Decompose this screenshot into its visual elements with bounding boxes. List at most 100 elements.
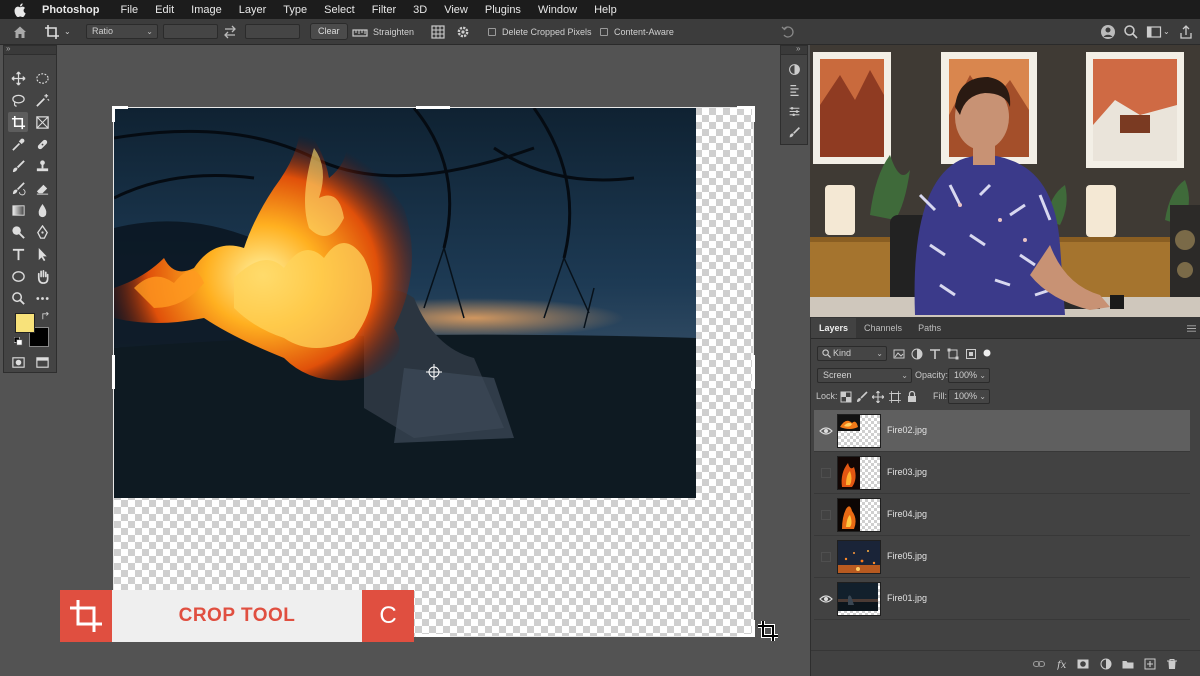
filter-toggle-icon[interactable]: [983, 349, 991, 357]
collapse-icon[interactable]: »: [6, 44, 10, 53]
magic-wand-icon[interactable]: [32, 90, 52, 110]
visibility-eye-icon[interactable]: [819, 593, 833, 605]
healing-brush-icon[interactable]: [32, 134, 52, 154]
pixel-filter-icon[interactable]: [893, 348, 905, 360]
layer-row-fire05[interactable]: Fire05.jpg: [814, 536, 1190, 578]
menu-layer[interactable]: Layer: [239, 4, 267, 16]
layer-name[interactable]: Fire05.jpg: [887, 551, 927, 561]
menu-view[interactable]: View: [444, 4, 468, 16]
marquee-tool-icon[interactable]: [32, 68, 52, 88]
tab-paths[interactable]: Paths: [910, 318, 949, 338]
visibility-eye-icon[interactable]: [819, 425, 833, 437]
lock-pixels-icon[interactable]: [856, 391, 868, 403]
delete-cropped-checkbox[interactable]: [488, 28, 496, 36]
crop-handle-top[interactable]: [416, 106, 450, 109]
collapse-icon[interactable]: »: [796, 44, 800, 53]
chevron-down-icon[interactable]: ⌄: [64, 19, 71, 45]
properties-icon[interactable]: [788, 84, 801, 97]
ratio-select[interactable]: Ratio ⌄: [86, 24, 158, 39]
link-layers-icon[interactable]: [1033, 658, 1045, 670]
ellipse-tool-icon[interactable]: [8, 266, 28, 286]
visibility-toggle[interactable]: [821, 510, 831, 520]
kind-filter-select[interactable]: Kind ⌄: [817, 346, 887, 361]
menu-image[interactable]: Image: [191, 4, 222, 16]
lock-transparent-icon[interactable]: [840, 391, 852, 403]
brush-tool-icon[interactable]: [8, 156, 28, 176]
menu-plugins[interactable]: Plugins: [485, 4, 521, 16]
eyedropper-icon[interactable]: [8, 134, 28, 154]
width-field[interactable]: [163, 24, 218, 39]
zoom-tool-icon[interactable]: [8, 288, 28, 308]
menu-filter[interactable]: Filter: [372, 4, 396, 16]
fill-field[interactable]: 100% ⌄: [948, 389, 990, 404]
straighten-icon[interactable]: [352, 24, 368, 40]
more-tools-icon[interactable]: [32, 288, 52, 308]
swap-colors-icon[interactable]: [41, 312, 50, 321]
menu-file[interactable]: File: [120, 4, 138, 16]
menu-edit[interactable]: Edit: [155, 4, 174, 16]
frame-tool-icon[interactable]: [32, 112, 52, 132]
default-colors-icon[interactable]: [14, 337, 23, 346]
tab-layers[interactable]: Layers: [811, 318, 857, 338]
menu-window[interactable]: Window: [538, 4, 577, 16]
crop-handle-left[interactable]: [112, 355, 115, 389]
share-icon[interactable]: [1178, 24, 1194, 40]
dodge-tool-icon[interactable]: [8, 222, 28, 242]
new-adjustment-layer-icon[interactable]: [1100, 658, 1112, 670]
panel-menu-icon[interactable]: [1187, 324, 1196, 333]
adjustments-icon[interactable]: [788, 63, 801, 76]
lock-all-icon[interactable]: [906, 391, 918, 403]
search-icon[interactable]: [1123, 24, 1139, 40]
blur-tool-icon[interactable]: [32, 200, 52, 220]
lock-artboard-icon[interactable]: [889, 391, 901, 403]
gradient-tool-icon[interactable]: [8, 200, 28, 220]
smart-object-filter-icon[interactable]: [965, 348, 977, 360]
height-field[interactable]: [245, 24, 300, 39]
menu-type[interactable]: Type: [283, 4, 307, 16]
clone-stamp-icon[interactable]: [32, 156, 52, 176]
fx-icon[interactable]: fx: [1057, 658, 1069, 670]
layer-row-fire01[interactable]: Fire01.jpg: [814, 578, 1190, 620]
crop-handle-bottom-right-v[interactable]: [752, 620, 755, 637]
trash-icon[interactable]: [1166, 658, 1178, 670]
crop-handle-top-right-v[interactable]: [752, 106, 755, 122]
pen-tool-icon[interactable]: [32, 222, 52, 242]
type-tool-icon[interactable]: [8, 244, 28, 264]
brush-settings-icon[interactable]: [788, 126, 801, 139]
tools-panel-header[interactable]: »: [4, 44, 56, 55]
history-brush-icon[interactable]: [8, 178, 28, 198]
content-aware-label[interactable]: Content-Aware: [614, 19, 674, 45]
chevron-down-icon[interactable]: ⌄: [1163, 19, 1170, 45]
screen-mode-icon[interactable]: [32, 352, 52, 372]
account-icon[interactable]: [1100, 24, 1116, 40]
blend-mode-select[interactable]: Screen ⌄: [817, 368, 912, 383]
layer-row-fire03[interactable]: Fire03.jpg: [814, 452, 1190, 494]
menu-help[interactable]: Help: [594, 4, 617, 16]
hand-tool-icon[interactable]: [32, 266, 52, 286]
mini-panel-header[interactable]: »: [781, 44, 807, 55]
layer-row-fire02[interactable]: Fire02.jpg: [814, 410, 1190, 452]
shape-filter-icon[interactable]: [947, 348, 959, 360]
layer-name[interactable]: Fire02.jpg: [887, 425, 927, 435]
new-group-icon[interactable]: [1122, 658, 1134, 670]
layer-name[interactable]: Fire04.jpg: [887, 509, 927, 519]
path-selection-icon[interactable]: [32, 244, 52, 264]
reset-icon[interactable]: [780, 24, 796, 40]
quick-mask-icon[interactable]: [8, 352, 28, 372]
lasso-tool-icon[interactable]: [8, 90, 28, 110]
visibility-toggle[interactable]: [821, 468, 831, 478]
layer-row-fire04[interactable]: Fire04.jpg: [814, 494, 1190, 536]
foreground-color-swatch[interactable]: [15, 313, 35, 333]
overlay-grid-icon[interactable]: [430, 24, 446, 40]
sliders-icon[interactable]: [788, 105, 801, 118]
menu-select[interactable]: Select: [324, 4, 355, 16]
eraser-icon[interactable]: [32, 178, 52, 198]
new-layer-icon[interactable]: [1144, 658, 1156, 670]
adjustment-filter-icon[interactable]: [911, 348, 923, 360]
crop-handle-right[interactable]: [752, 355, 755, 389]
type-filter-icon[interactable]: [929, 348, 941, 360]
layer-name[interactable]: Fire03.jpg: [887, 467, 927, 477]
opacity-field[interactable]: 100% ⌄: [948, 368, 990, 383]
swap-icon[interactable]: [222, 24, 238, 40]
crop-handle-top-left-v[interactable]: [112, 106, 115, 122]
